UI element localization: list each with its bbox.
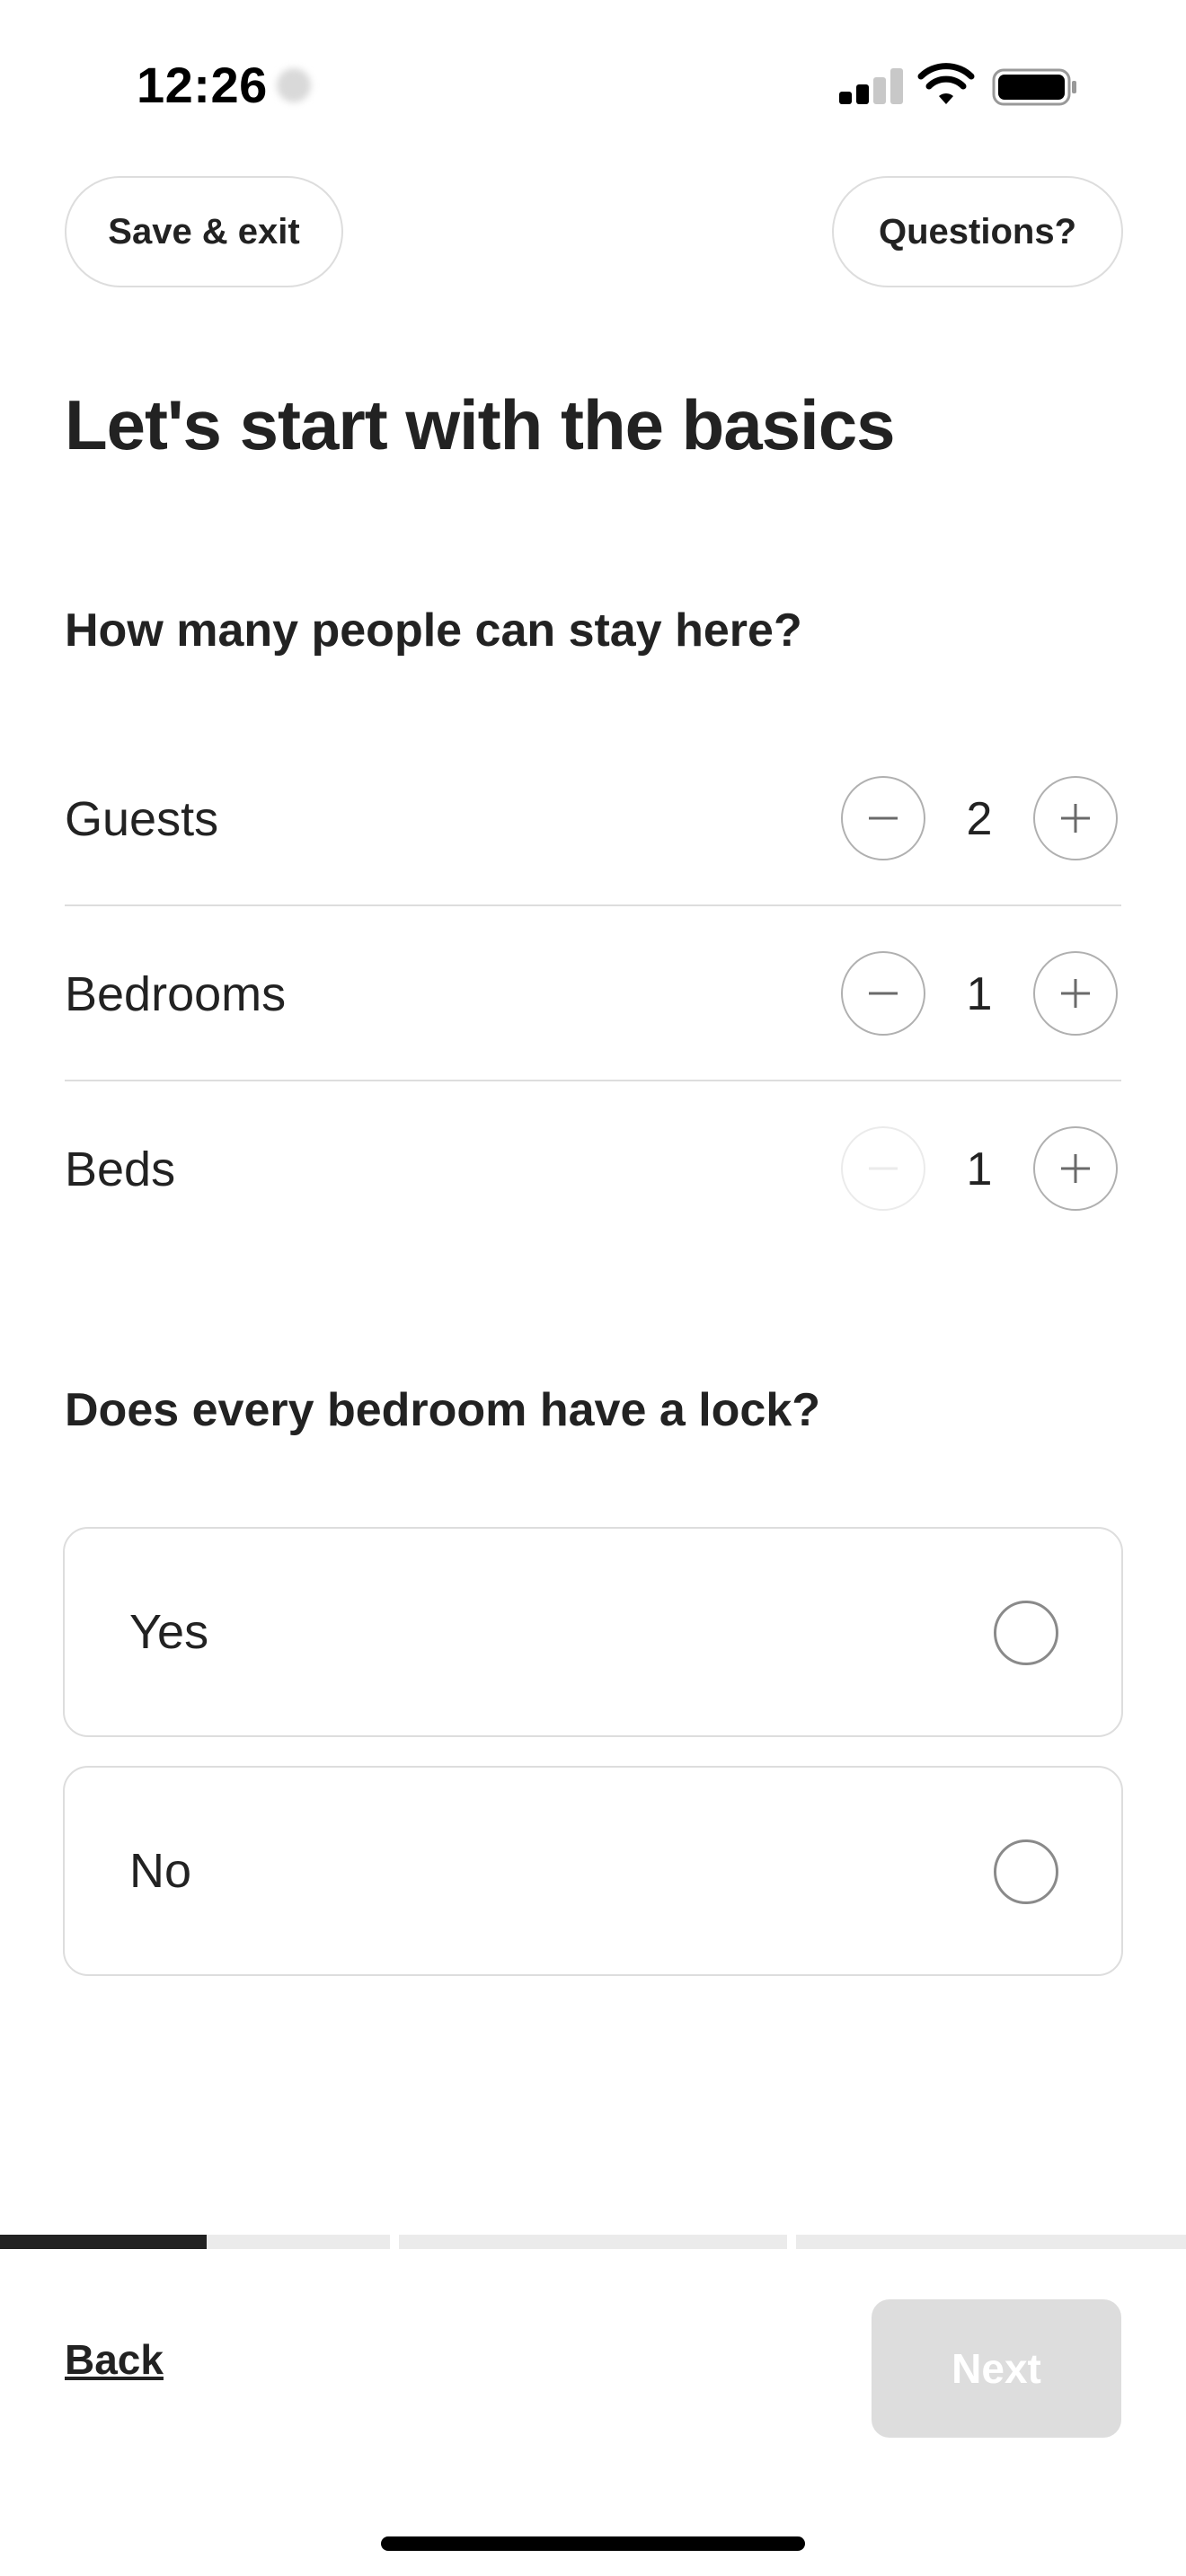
home-indicator	[381, 2536, 805, 2551]
beds-count: 1	[966, 1142, 993, 1195]
bedrooms-counter-row: Bedrooms 1	[65, 906, 1121, 1081]
progress-segment-3	[796, 2235, 1186, 2249]
guests-increase-button[interactable]	[1033, 776, 1118, 860]
screen: 12:26 Save & exit Questions? Let's start…	[0, 0, 1186, 2576]
option-label: No	[129, 1844, 192, 1898]
guests-count: 2	[966, 792, 993, 845]
beds-counter-row: Beds 1	[65, 1081, 1121, 1257]
lock-question: Does every bedroom have a lock?	[65, 1384, 821, 1436]
capacity-question: How many people can stay here?	[65, 604, 802, 657]
beds-label: Beds	[65, 1142, 176, 1196]
guests-label: Guests	[65, 791, 219, 846]
progress-fill	[0, 2235, 208, 2249]
bedrooms-count: 1	[966, 967, 993, 1020]
page-title: Let's start with the basics	[65, 385, 895, 464]
radio-unselected-icon[interactable]	[994, 1839, 1058, 1904]
plus-icon	[1061, 804, 1090, 833]
wifi-icon	[917, 63, 975, 104]
minus-icon	[869, 1167, 898, 1170]
bedrooms-decrease-button[interactable]	[841, 951, 925, 1036]
back-link[interactable]: Back	[65, 2335, 164, 2384]
progress-bar	[0, 2235, 1186, 2249]
beds-increase-button[interactable]	[1033, 1126, 1118, 1211]
minus-icon	[869, 992, 898, 995]
plus-icon	[1061, 979, 1090, 1008]
status-time: 12:26	[137, 57, 268, 113]
lock-option-no[interactable]: No	[63, 1766, 1123, 1976]
next-button[interactable]: Next	[872, 2299, 1121, 2438]
guests-counter-row: Guests 2	[65, 731, 1121, 906]
save-exit-button[interactable]: Save & exit	[65, 176, 343, 287]
plus-icon	[1061, 1154, 1090, 1183]
radio-unselected-icon[interactable]	[994, 1601, 1058, 1665]
questions-button[interactable]: Questions?	[832, 176, 1123, 287]
cellular-signal-icon	[839, 68, 903, 104]
battery-icon	[992, 68, 1076, 106]
guests-decrease-button[interactable]	[841, 776, 925, 860]
option-label: Yes	[129, 1605, 209, 1659]
bedrooms-increase-button[interactable]	[1033, 951, 1118, 1036]
progress-segment-1	[0, 2235, 390, 2249]
status-indicator-dot	[277, 68, 311, 102]
progress-segment-2	[399, 2235, 787, 2249]
lock-option-yes[interactable]: Yes	[63, 1527, 1123, 1737]
beds-decrease-button[interactable]	[841, 1126, 925, 1211]
bedrooms-label: Bedrooms	[65, 966, 287, 1021]
minus-icon	[869, 816, 898, 820]
